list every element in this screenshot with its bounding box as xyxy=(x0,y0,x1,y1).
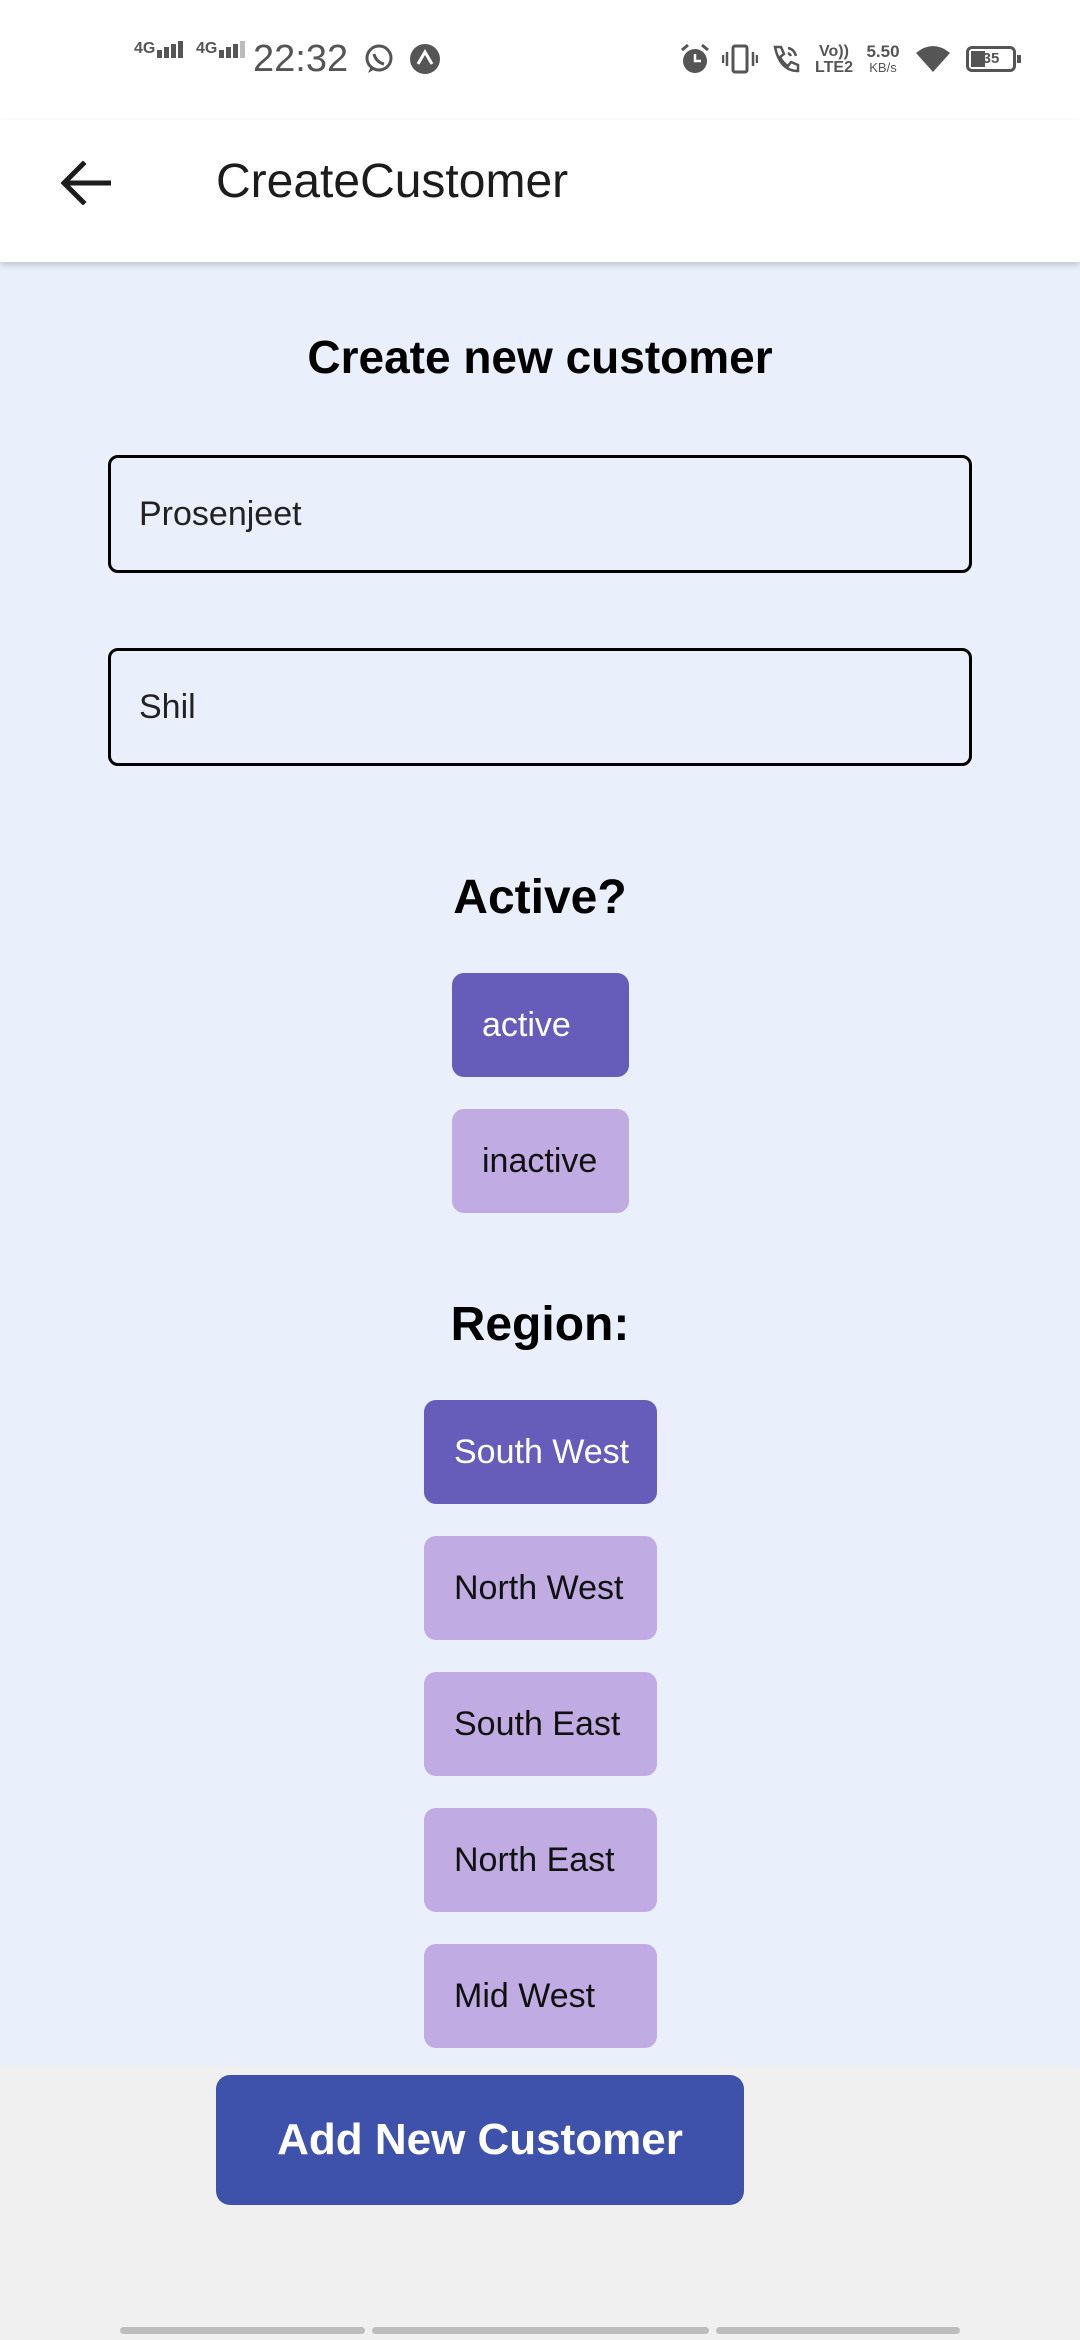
network-speed-value: 5.50 xyxy=(866,42,900,61)
nav-gesture-bar-right[interactable] xyxy=(716,2327,960,2334)
app-notification-icon xyxy=(408,42,442,76)
first-name-input[interactable] xyxy=(108,455,972,573)
wifi-icon xyxy=(914,42,950,76)
nav-gesture-bar-left[interactable] xyxy=(120,2327,365,2334)
form-heading: Create new customer xyxy=(307,331,773,383)
arrow-left-icon xyxy=(60,161,111,205)
clock: 22:32 xyxy=(253,38,349,80)
last-name-input[interactable] xyxy=(108,648,972,766)
network-speed-unit: KB/s xyxy=(869,60,897,75)
vibrate-icon xyxy=(721,42,759,76)
region-option-south-east[interactable]: South East xyxy=(424,1672,657,1776)
battery-level: 35 xyxy=(982,50,1000,67)
active-option-inactive[interactable]: inactive xyxy=(452,1109,629,1213)
network-speed: 5.50 KB/s xyxy=(862,42,904,76)
volte-bottom-label: LTE2 xyxy=(815,59,853,76)
region-option-north-east[interactable]: North East xyxy=(424,1808,657,1912)
signal-strength-1-icon: 4G xyxy=(134,40,184,58)
network-type-2: 4G xyxy=(196,40,218,57)
nav-gesture-bar-center[interactable] xyxy=(372,2327,709,2334)
region-option-south-west[interactable]: South West xyxy=(424,1400,657,1504)
active-heading: Active? xyxy=(453,871,627,924)
wifi-calling-icon xyxy=(768,42,802,76)
status-bar: 4G 4G 22:32 Vo)) LTE2 5.50 KB/s 35 xyxy=(0,0,1080,120)
whatsapp-icon xyxy=(362,42,396,76)
battery-icon: 35 xyxy=(966,46,1021,72)
page-title: CreateCustomer xyxy=(216,155,569,208)
back-button[interactable] xyxy=(50,148,120,218)
region-heading: Region: xyxy=(450,1298,630,1351)
add-new-customer-button[interactable]: Add New Customer xyxy=(216,2075,744,2205)
signal-strength-2-icon: 4G xyxy=(196,40,246,58)
region-option-mid-west[interactable]: Mid West xyxy=(424,1944,657,2048)
region-option-north-west[interactable]: North West xyxy=(424,1536,657,1640)
active-option-active[interactable]: active xyxy=(452,973,629,1077)
alarm-icon xyxy=(678,42,712,76)
network-type-1: 4G xyxy=(134,40,156,57)
create-customer-form: Create new customer Active? active inact… xyxy=(0,262,1080,2066)
volte-indicator: Vo)) LTE2 xyxy=(812,44,856,76)
volte-top-label: Vo)) xyxy=(819,43,849,60)
app-bar: CreateCustomer xyxy=(0,120,1080,262)
